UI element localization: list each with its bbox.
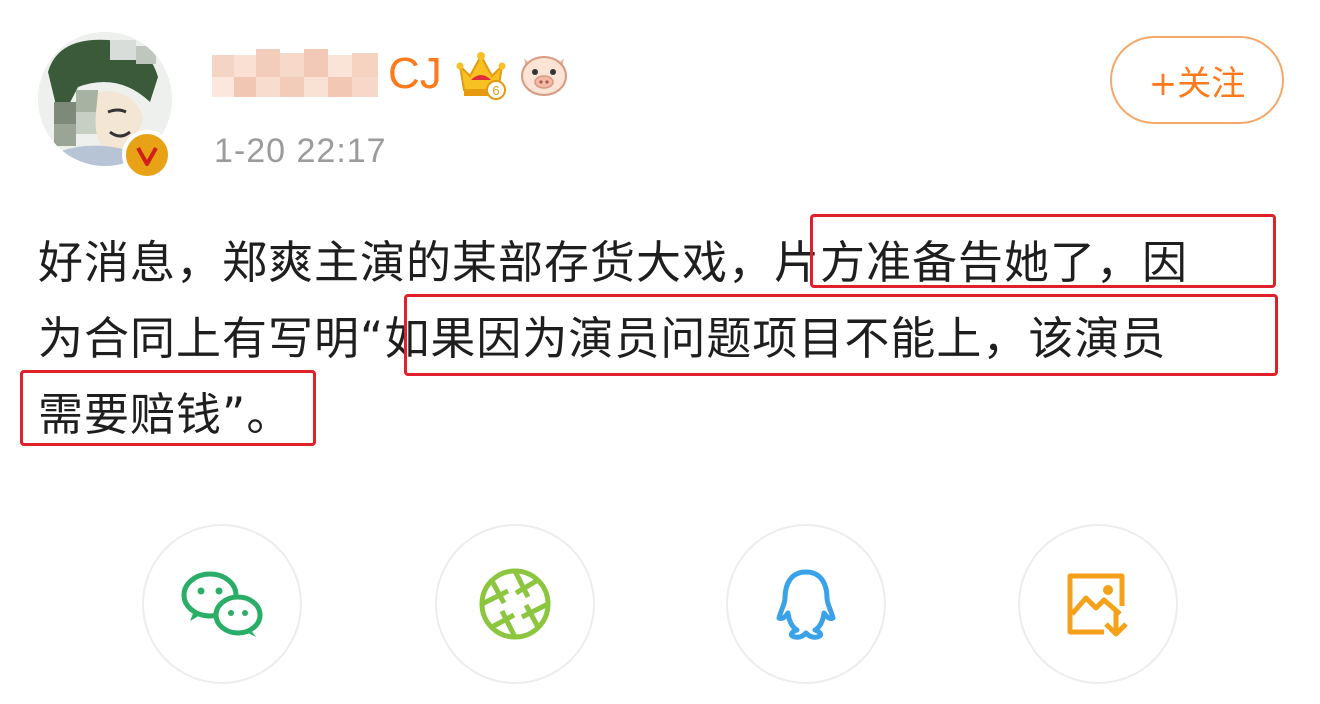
highlight-box-2 [404,294,1278,376]
username-label: CJ [388,49,442,98]
qq-icon [776,569,836,640]
share-moments-button[interactable] [435,524,595,684]
highlight-box-1 [810,214,1276,288]
share-qq-button[interactable] [726,524,886,684]
svg-text:6: 6 [492,83,499,98]
verified-v-badge-icon [122,130,172,180]
moments-icon [479,568,551,640]
wechat-icon [181,571,263,637]
username-blurred [212,49,384,99]
pig-emoji-badge-icon [520,56,567,96]
vip-crown-icon: 6 [456,52,506,100]
highlight-box-3 [20,370,316,446]
share-wechat-button[interactable] [142,524,302,684]
share-save-image-button[interactable] [1018,524,1178,684]
save-image-icon [1067,573,1128,637]
post-timestamp: 1-20 22:17 [214,132,387,170]
follow-button[interactable]: +关注 [1110,36,1284,124]
username[interactable]: CJ 6 [212,46,570,102]
